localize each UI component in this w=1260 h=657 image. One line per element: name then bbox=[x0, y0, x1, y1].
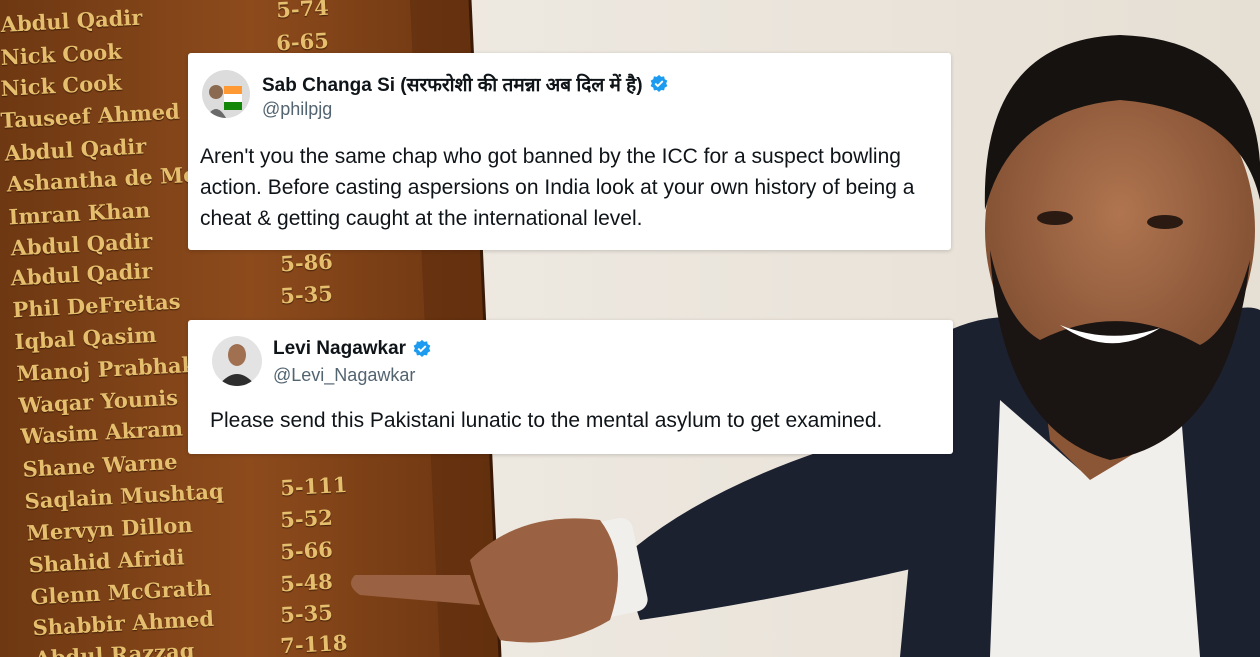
tweet-text: Please send this Pakistani lunatic to th… bbox=[210, 409, 883, 432]
verified-badge-icon bbox=[412, 339, 432, 359]
tweet-author-row: Levi Nagawkar bbox=[273, 338, 432, 360]
board-figure: 5-35 bbox=[279, 280, 334, 309]
board-player-name: Abdul Qadir bbox=[0, 4, 143, 37]
tweet-author-name[interactable]: Sab Changa Si (सरफरोशी की तमन्ना अब दिल … bbox=[262, 71, 643, 97]
board-figure: 5-48 bbox=[279, 568, 334, 597]
board-player-name: Nick Cook bbox=[0, 38, 123, 70]
board-figure: 5-86 bbox=[279, 248, 334, 277]
board-figure: 5-66 bbox=[279, 536, 334, 565]
board-figure: 5-35 bbox=[279, 599, 334, 628]
avatar[interactable] bbox=[212, 336, 262, 386]
tweet-author-row: Sab Changa Si (सरफरोशी की तमन्ना अब दिल … bbox=[262, 71, 669, 97]
photo-scene: Abdul Qadir 5-74 Nick Cook 6-65 Nick Coo… bbox=[0, 0, 1260, 657]
avatar[interactable] bbox=[202, 70, 250, 118]
tweet-author-handle[interactable]: @philpjg bbox=[262, 99, 332, 120]
tweet-author-name[interactable]: Levi Nagawkar bbox=[273, 338, 406, 360]
board-figure: 6-65 bbox=[275, 27, 330, 56]
tweet-card[interactable]: Levi Nagawkar @Levi_Nagawkar Please send… bbox=[188, 320, 953, 454]
tweet-card[interactable]: Sab Changa Si (सरफरोशी की तमन्ना अब दिल … bbox=[188, 53, 951, 250]
board-figure: 5-74 bbox=[275, 0, 330, 23]
board-player-name: Nick Cook bbox=[0, 69, 123, 101]
board-figure: 7-118 bbox=[279, 629, 349, 657]
tweet-text: Aren't you the same chap who got banned … bbox=[200, 145, 915, 230]
verified-badge-icon bbox=[649, 74, 669, 94]
board-figure: 5-111 bbox=[279, 471, 349, 501]
board-figure: 5-52 bbox=[279, 504, 334, 533]
tweet-author-handle[interactable]: @Levi_Nagawkar bbox=[273, 365, 415, 386]
